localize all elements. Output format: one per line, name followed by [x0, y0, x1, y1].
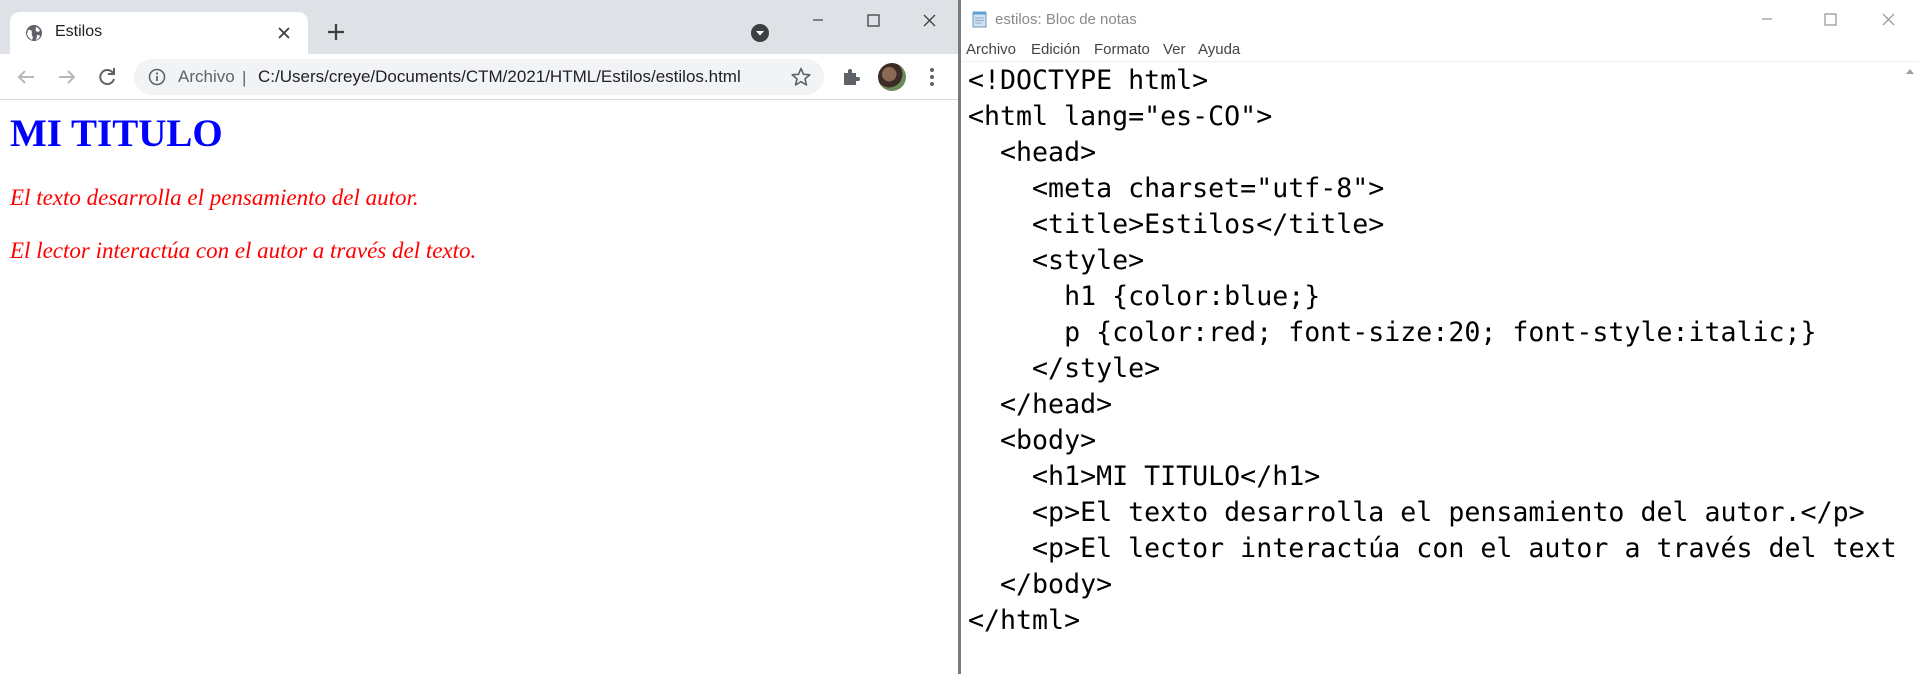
code-line: <html lang="es-CO"> — [968, 101, 1273, 132]
avatar[interactable] — [878, 63, 906, 91]
close-icon[interactable] — [272, 21, 296, 45]
code-line: <title>Estilos</title> — [968, 209, 1385, 240]
code-line: <!DOCTYPE html> — [968, 65, 1209, 96]
minimize-icon[interactable] — [795, 4, 841, 36]
vertical-scrollbar[interactable] — [1901, 63, 1919, 674]
close-icon[interactable] — [1865, 3, 1911, 35]
maximize-icon[interactable] — [1807, 3, 1853, 35]
code-line: </head> — [968, 389, 1113, 420]
url-text[interactable]: C:/Users/creye/Documents/CTM/2021/HTML/E… — [258, 67, 741, 87]
code-line: <head> — [968, 137, 1097, 168]
menu-item-ayuda[interactable]: Ayuda — [1198, 41, 1240, 58]
notepad-menubar: Archivo Edición Formato Ver Ayuda — [961, 38, 1919, 62]
info-icon[interactable] — [148, 68, 166, 86]
arrow-left-icon[interactable] — [12, 63, 40, 91]
code-line: </style> — [968, 353, 1161, 384]
notepad-title: estilos: Bloc de notas — [995, 11, 1137, 28]
plus-icon[interactable] — [322, 18, 350, 46]
code-line: <p>El lector interactúa con el autor a t… — [968, 533, 1897, 564]
address-bar[interactable]: Archivo | C:/Users/creye/Documents/CTM/2… — [134, 59, 824, 95]
code-line: <meta charset="utf-8"> — [968, 173, 1385, 204]
menu-item-ver[interactable]: Ver — [1163, 41, 1186, 58]
browser-tab[interactable]: Estilos — [10, 12, 308, 54]
code-line: <p>El texto desarrolla el pensamiento de… — [968, 497, 1865, 528]
scheme-separator: | — [242, 68, 247, 87]
maximize-icon[interactable] — [850, 4, 896, 36]
chevron-down-circle-icon[interactable] — [749, 22, 771, 44]
reload-icon[interactable] — [93, 63, 121, 91]
arrow-right-icon[interactable] — [53, 63, 81, 91]
scheme-label: Archivo — [178, 67, 235, 86]
code-line: </html> — [968, 605, 1081, 636]
puzzle-icon[interactable] — [840, 66, 862, 88]
notepad-titlebar: estilos: Bloc de notas — [961, 0, 1919, 38]
code-line: p {color:red; font-size:20; font-style:i… — [968, 317, 1817, 348]
page-heading: MI TITULO — [10, 112, 223, 155]
menu-item-archivo[interactable]: Archivo — [966, 41, 1016, 58]
menu-item-formato[interactable]: Formato — [1094, 41, 1150, 58]
tab-strip: Estilos — [0, 0, 958, 54]
close-icon[interactable] — [906, 4, 952, 36]
code-line: <h1>MI TITULO</h1> — [968, 461, 1321, 492]
chrome-window: Estilos Archivo | C:/Users/creye/Documen… — [0, 0, 958, 674]
notepad-text-area[interactable]: <!DOCTYPE html> <html lang="es-CO"> <hea… — [961, 63, 1901, 674]
globe-icon — [26, 25, 42, 41]
page-paragraph: El texto desarrolla el pensamiento del a… — [10, 185, 419, 210]
browser-toolbar: Archivo | C:/Users/creye/Documents/CTM/2… — [0, 54, 958, 100]
star-icon[interactable] — [790, 66, 812, 88]
code-line: <style> — [968, 245, 1145, 276]
tab-title: Estilos — [55, 23, 103, 40]
scroll-up-icon[interactable] — [1906, 69, 1914, 74]
notepad-window: estilos: Bloc de notas Archivo Edición F… — [961, 0, 1919, 674]
minimize-icon[interactable] — [1744, 3, 1790, 35]
code-line: <body> — [968, 425, 1097, 456]
code-line: </body> — [968, 569, 1113, 600]
code-line: h1 {color:blue;} — [968, 281, 1321, 312]
page-viewport: MI TITULO El texto desarrolla el pensami… — [0, 101, 958, 674]
kebab-menu-icon[interactable] — [920, 64, 944, 90]
page-paragraph: El lector interactúa con el autor a trav… — [10, 238, 477, 263]
menu-item-edicion[interactable]: Edición — [1031, 41, 1080, 58]
notepad-icon — [972, 11, 987, 28]
